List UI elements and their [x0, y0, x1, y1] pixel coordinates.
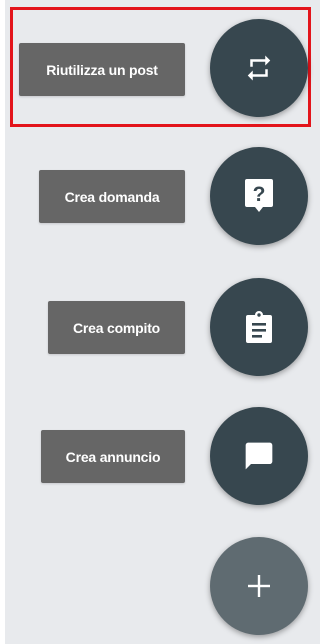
- message-icon: [245, 442, 273, 470]
- plus-icon: [248, 575, 270, 597]
- add-button[interactable]: [210, 537, 308, 635]
- create-question-button[interactable]: ?: [210, 147, 308, 245]
- create-announcement-label[interactable]: Crea annuncio: [41, 430, 185, 483]
- reuse-post-label[interactable]: Riutilizza un post: [19, 43, 185, 96]
- create-assignment-label[interactable]: Crea compito: [48, 301, 185, 354]
- create-question-label[interactable]: Crea domanda: [39, 170, 185, 223]
- create-announcement-button[interactable]: [210, 407, 308, 505]
- svg-text:?: ?: [253, 183, 266, 206]
- create-assignment-button[interactable]: [210, 278, 308, 376]
- reuse-post-button[interactable]: [210, 19, 308, 117]
- clipboard-icon: [246, 311, 272, 343]
- question-icon: ?: [245, 179, 273, 212]
- repeat-icon: [247, 55, 271, 81]
